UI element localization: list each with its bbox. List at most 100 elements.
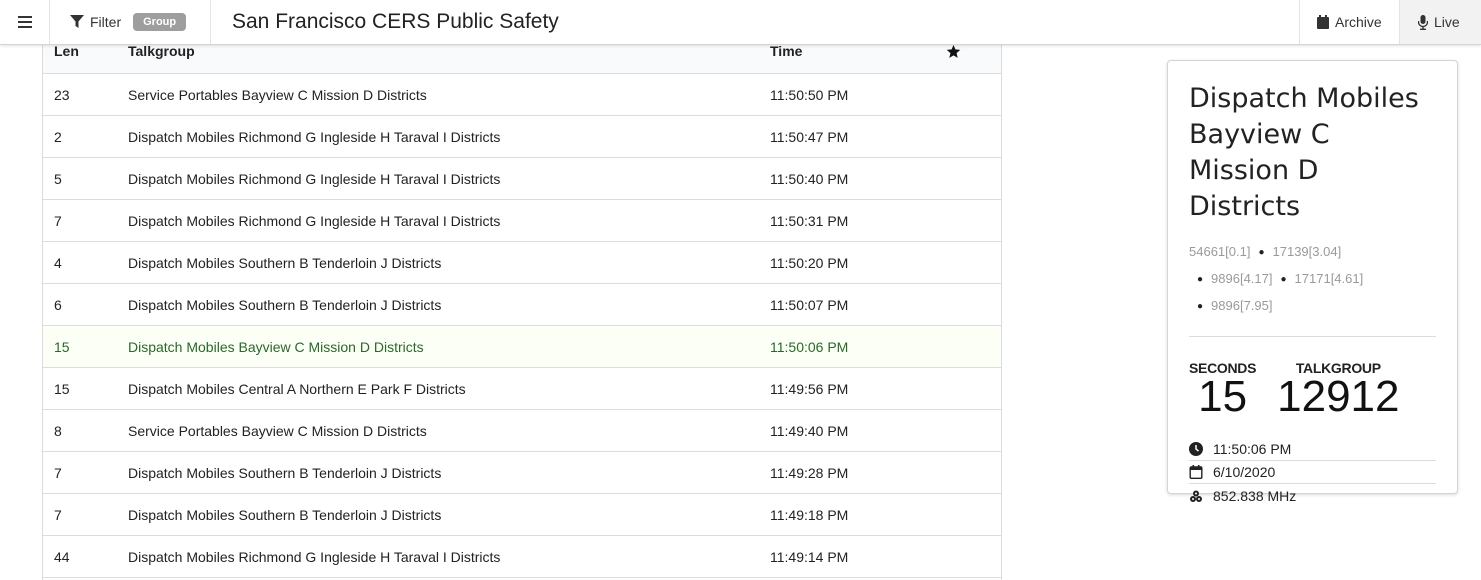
row-talkgroup: Service Portables Bayview C Mission D Di… xyxy=(128,422,427,439)
table-row[interactable]: 6 Dispatch Mobiles Southern B Tenderloin … xyxy=(43,284,1001,326)
column-header-star[interactable] xyxy=(940,44,1001,59)
seconds-stat: SECONDS 15 xyxy=(1189,360,1256,419)
filter-icon xyxy=(70,15,84,28)
live-label: Live xyxy=(1434,14,1460,30)
meta-time-row: 11:50:06 PM xyxy=(1189,438,1436,461)
row-time: 11:49:18 PM xyxy=(770,506,849,523)
row-time: 11:49:40 PM xyxy=(770,422,849,439)
live-button[interactable]: Live xyxy=(1399,0,1481,44)
row-len: 7 xyxy=(54,464,62,481)
row-time: 11:50:31 PM xyxy=(770,212,849,229)
row-len: 15 xyxy=(54,380,70,397)
meta-frequency-row: 852.838 MHz xyxy=(1189,484,1436,507)
row-talkgroup: Dispatch Mobiles Richmond G Ingleside H … xyxy=(128,128,501,145)
row-talkgroup: Dispatch Mobiles Richmond G Ingleside H … xyxy=(128,170,501,187)
row-talkgroup: Dispatch Mobiles Central A Northern E Pa… xyxy=(128,380,466,397)
row-time: 11:49:14 PM xyxy=(770,548,849,565)
row-time: 11:50:07 PM xyxy=(770,296,849,313)
filter-label: Filter xyxy=(90,14,122,30)
table-body: 23 Service Portables Bayview C Mission D … xyxy=(43,74,1001,578)
table-row[interactable]: 4 Dispatch Mobiles Southern B Tenderloin … xyxy=(43,242,1001,284)
bullet: ● xyxy=(1258,247,1265,258)
row-len: 4 xyxy=(54,254,62,271)
row-talkgroup: Dispatch Mobiles Richmond G Ingleside H … xyxy=(128,548,501,565)
card-talkgroup-title: Dispatch Mobiles Bayview C Mission D Dis… xyxy=(1189,83,1419,222)
meta-time: 11:50:06 PM xyxy=(1213,441,1292,457)
seconds-value: 15 xyxy=(1198,372,1248,421)
call-detail-card: Dispatch Mobiles Bayview C Mission D Dis… xyxy=(1167,60,1458,504)
talkgroup-stat: TALKGROUP 12912 xyxy=(1277,360,1399,419)
bullet: ● xyxy=(1197,301,1204,312)
meta-frequency: 852.838 MHz xyxy=(1213,487,1297,504)
archive-label: Archive xyxy=(1335,14,1382,30)
row-talkgroup: Dispatch Mobiles Richmond G Ingleside H … xyxy=(128,212,501,229)
table-row[interactable]: 7 Dispatch Mobiles Southern B Tenderloin … xyxy=(43,452,1001,494)
meta-date-row: 6/10/2020 xyxy=(1189,461,1436,484)
table-row[interactable]: 5 Dispatch Mobiles Richmond G Ingleside H… xyxy=(43,158,1001,200)
column-header-talkgroup[interactable]: Talkgroup xyxy=(128,43,770,59)
talkgroup-value: 12912 xyxy=(1277,372,1400,421)
row-talkgroup: Dispatch Mobiles Bayview C Mission D Dis… xyxy=(128,338,424,355)
menu-button[interactable] xyxy=(0,0,50,44)
divider xyxy=(1189,336,1436,337)
row-time: 11:50:40 PM xyxy=(770,170,849,187)
source-list: 54661[0.1] ● 17139[3.04] ● 9896[4.17] ● 17171… xyxy=(1189,239,1436,320)
top-menu-bar: Filter Group San Francisco CERS Public S… xyxy=(0,0,1481,45)
page-title: San Francisco CERS Public Safety xyxy=(232,10,559,33)
row-len: 6 xyxy=(54,296,62,313)
table-row[interactable]: 44 Dispatch Mobiles Richmond G Ingleside … xyxy=(43,536,1001,578)
row-time: 11:49:28 PM xyxy=(770,464,849,481)
table-row[interactable]: 8 Service Portables Bayview C Mission D D… xyxy=(43,410,1001,452)
bullet: ● xyxy=(1197,274,1204,285)
table-row[interactable]: 2 Dispatch Mobiles Richmond G Ingleside H… xyxy=(43,116,1001,158)
column-header-time[interactable]: Time xyxy=(770,43,940,59)
source-item: 17139[3.04] xyxy=(1272,244,1342,259)
row-time: 11:50:47 PM xyxy=(770,128,849,145)
row-len: 44 xyxy=(54,548,70,565)
calendar-icon xyxy=(1317,15,1329,29)
row-time: 11:50:06 PM xyxy=(770,338,849,355)
source-line: ● 9896[4.17] ● 17171[4.61] xyxy=(1189,266,1436,293)
column-header-len[interactable]: Len xyxy=(43,43,128,59)
row-talkgroup: Dispatch Mobiles Southern B Tenderloin J… xyxy=(128,254,442,271)
bullet: ● xyxy=(1280,274,1287,285)
calls-table: Len Talkgroup Time 23 Service Portables B… xyxy=(42,32,1002,580)
source-item: 9896[4.17] xyxy=(1211,271,1273,286)
row-time: 11:50:20 PM xyxy=(770,254,849,271)
filter-button[interactable]: Filter Group xyxy=(50,0,211,44)
source-line: 54661[0.1] ● 17139[3.04] xyxy=(1189,239,1436,266)
meta-date: 6/10/2020 xyxy=(1213,464,1276,480)
row-len: 2 xyxy=(54,128,62,145)
source-item: 9896[7.95] xyxy=(1211,298,1273,313)
hamburger-icon xyxy=(17,16,32,28)
row-len: 5 xyxy=(54,170,62,187)
call-stats: SECONDS 15 TALKGROUP 12912 xyxy=(1189,360,1436,419)
row-len: 7 xyxy=(54,506,62,523)
row-talkgroup: Dispatch Mobiles Southern B Tenderloin J… xyxy=(128,296,442,313)
star-icon xyxy=(946,44,961,58)
row-talkgroup: Service Portables Bayview C Mission D Di… xyxy=(128,86,427,103)
row-talkgroup: Dispatch Mobiles Southern B Tenderloin J… xyxy=(128,464,442,481)
antenna-icon xyxy=(1190,490,1202,502)
calendar-icon xyxy=(1189,465,1203,479)
table-row[interactable]: 7 Dispatch Mobiles Richmond G Ingleside H… xyxy=(43,200,1001,242)
table-row[interactable]: 23 Service Portables Bayview C Mission D … xyxy=(43,74,1001,116)
row-talkgroup: Dispatch Mobiles Southern B Tenderloin J… xyxy=(128,506,442,523)
row-time: 11:49:56 PM xyxy=(770,380,849,397)
microphone-icon xyxy=(1418,14,1428,30)
table-row[interactable]: 7 Dispatch Mobiles Southern B Tenderloin … xyxy=(43,494,1001,536)
call-meta: 11:50:06 PM 6/10/2020 852.838 MHz xyxy=(1189,438,1436,507)
archive-button[interactable]: Archive xyxy=(1299,0,1399,44)
source-item: 17171[4.61] xyxy=(1294,271,1364,286)
row-time: 11:50:50 PM xyxy=(770,86,849,103)
clock-icon xyxy=(1189,442,1203,456)
row-len: 7 xyxy=(54,212,62,229)
source-item: 54661[0.1] xyxy=(1189,244,1251,259)
row-len: 8 xyxy=(54,422,62,439)
table-row[interactable]: 15 Dispatch Mobiles Central A Northern E … xyxy=(43,368,1001,410)
row-len: 15 xyxy=(54,338,70,355)
source-line: ● 9896[7.95] xyxy=(1189,293,1436,320)
group-badge: Group xyxy=(133,13,187,31)
table-row[interactable]: 15 Dispatch Mobiles Bayview C Mission D D… xyxy=(43,326,1001,368)
row-len: 23 xyxy=(54,86,70,103)
